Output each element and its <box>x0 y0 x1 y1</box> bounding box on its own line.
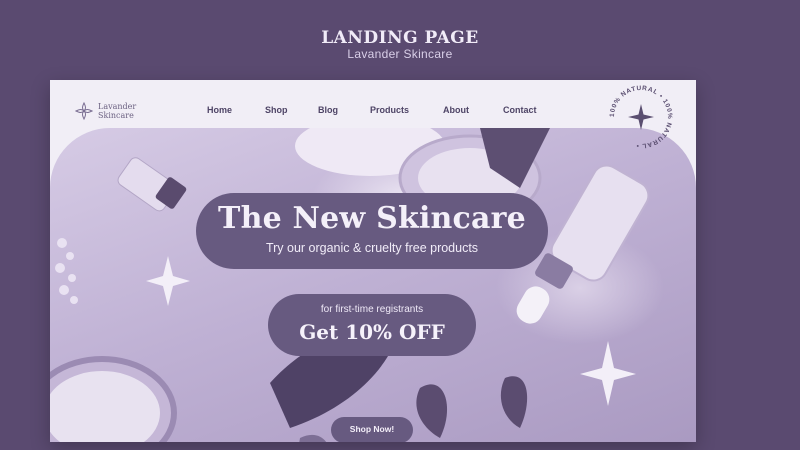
nav-shop[interactable]: Shop <box>265 105 288 115</box>
landing-page-mockup: Lavander Skincare Home Shop Blog Product… <box>50 80 696 442</box>
hero-banner: The New Skincare Try our organic & cruel… <box>50 128 696 442</box>
nav-contact[interactable]: Contact <box>503 105 537 115</box>
hero-subheadline: Try our organic & cruelty free products <box>265 241 479 255</box>
star-icon <box>628 104 654 130</box>
nav-products[interactable]: Products <box>370 105 409 115</box>
hero-headline-pill: The New Skincare Try our organic & cruel… <box>196 193 548 269</box>
hero-product-photo <box>50 128 650 442</box>
page-subtitle: Lavander Skincare <box>347 47 453 61</box>
nav-about[interactable]: About <box>443 105 469 115</box>
offer-discount: Get 10% OFF <box>299 320 445 344</box>
nav-blog[interactable]: Blog <box>318 105 338 115</box>
sparkle-icon <box>146 256 190 306</box>
shop-now-button[interactable]: Shop Now! <box>331 417 413 442</box>
nav-home[interactable]: Home <box>207 105 232 115</box>
sparkle-icon <box>580 341 636 406</box>
offer-note: for first-time registrants <box>320 304 424 315</box>
natural-badge: 100% NATURAL • 100% NATURAL • <box>609 85 672 149</box>
main-navigation: Home Shop Blog Products About Contact <box>50 105 696 117</box>
hero-headline: The New Skincare <box>218 201 526 236</box>
offer-pill: for first-time registrants Get 10% OFF <box>268 294 476 356</box>
page-title: LANDING PAGE <box>321 28 479 48</box>
